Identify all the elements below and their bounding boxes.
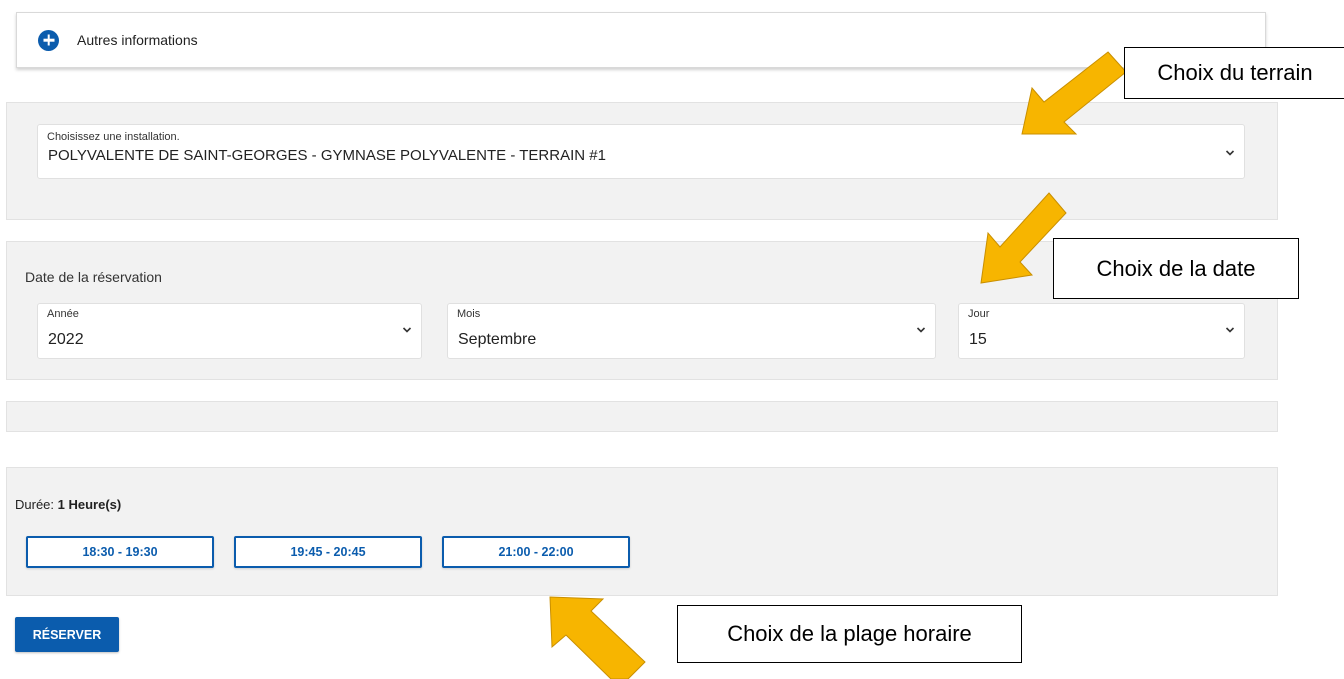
callout-plage: Choix de la plage horaire [677, 605, 1022, 663]
callout-date: Choix de la date [1053, 238, 1299, 299]
arrow-plage-icon [549, 596, 646, 679]
annotation-arrow [549, 596, 646, 679]
callout-terrain: Choix du terrain [1124, 47, 1344, 99]
